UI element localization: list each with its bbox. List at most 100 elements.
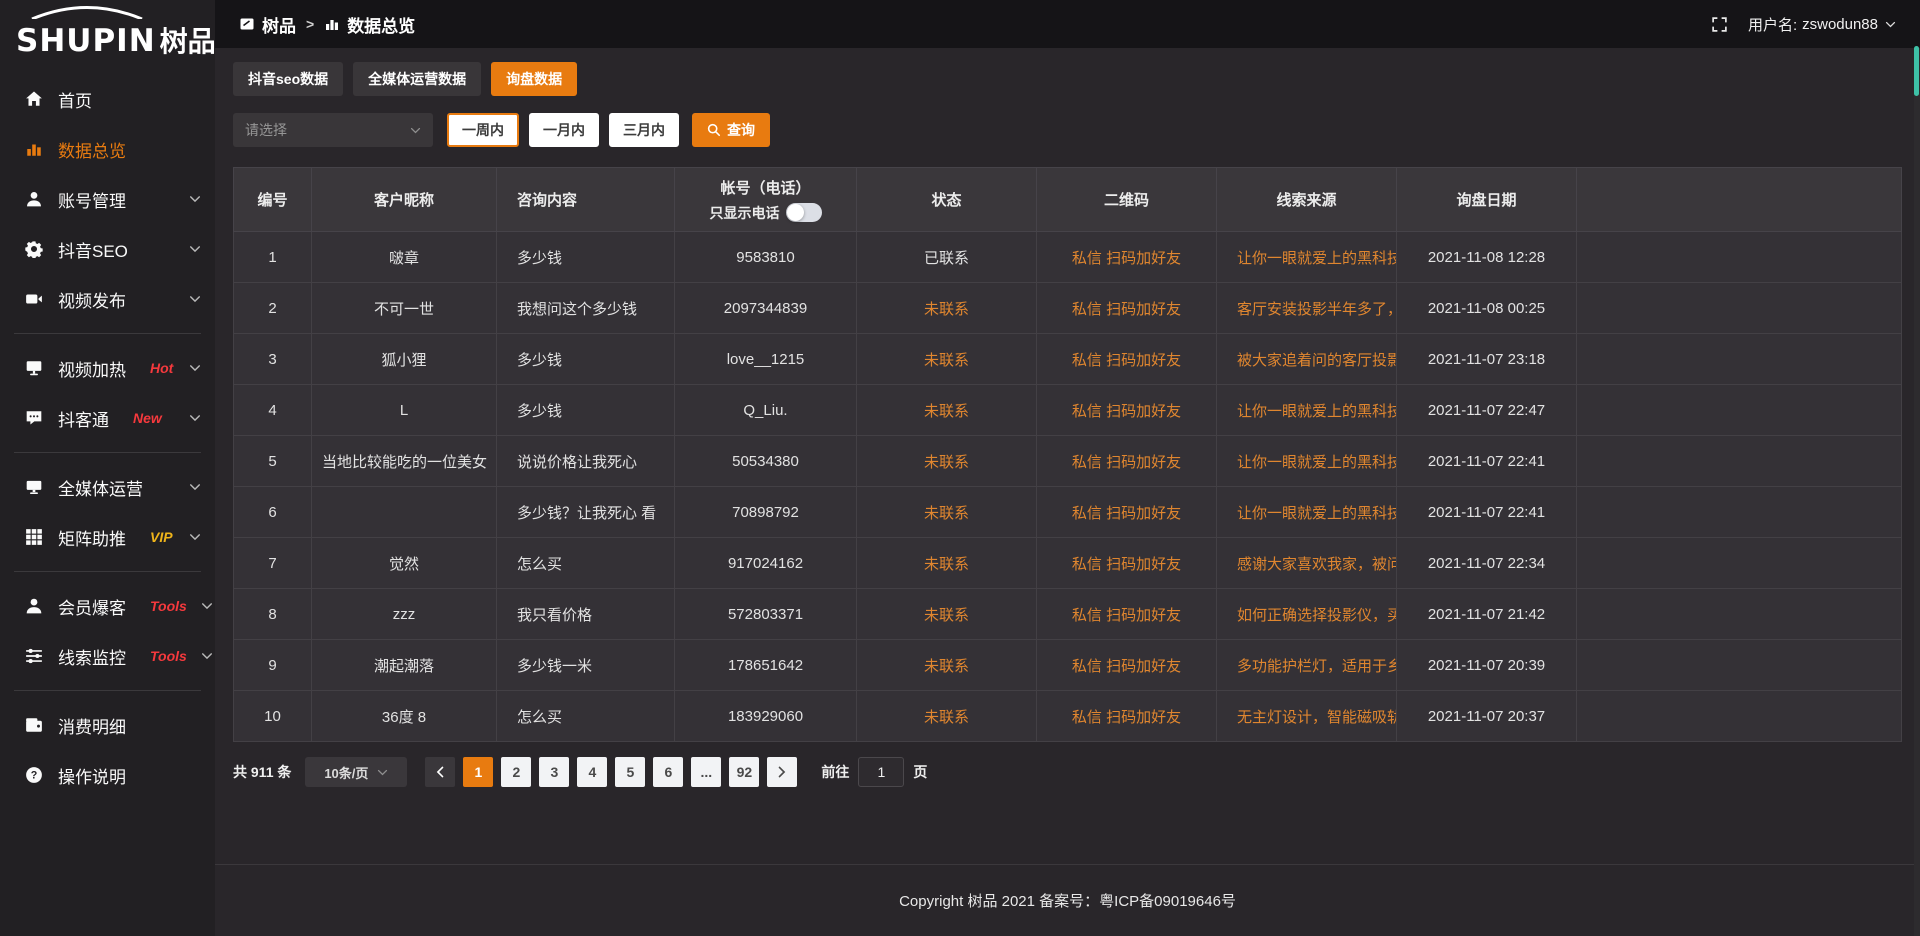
period-button-three-months[interactable]: 三月内 — [609, 113, 679, 147]
cell-filler — [1577, 334, 1902, 385]
page-ellipsis[interactable]: ... — [691, 757, 721, 787]
svg-text:?: ? — [31, 770, 38, 782]
cell-source-link[interactable]: 无主灯设计，智能磁吸轨道灯... — [1217, 691, 1397, 742]
sidebar-item-clue-monitor[interactable]: 线索监控Tools — [0, 631, 215, 681]
fullscreen-icon[interactable] — [1711, 16, 1728, 33]
sliders-icon — [24, 646, 44, 666]
sidebar-divider — [14, 690, 201, 691]
cell-inquiry: 怎么买 — [497, 691, 675, 742]
period-button-one-month[interactable]: 一月内 — [529, 113, 599, 147]
sidebar-item-label: 账号管理 — [58, 187, 126, 212]
column-header-filler — [1577, 168, 1902, 232]
user-icon — [24, 189, 44, 209]
table-row: 5当地比较能吃的一位美女说说价格让我死心50534380未联系私信 扫码加好友让… — [234, 436, 1902, 487]
sidebar-item-consume-detail[interactable]: 消费明细 — [0, 700, 215, 750]
cell-qr-link[interactable]: 私信 扫码加好友 — [1037, 487, 1217, 538]
cell-status: 未联系 — [857, 538, 1037, 589]
search-button[interactable]: 查询 — [692, 113, 770, 147]
page-button-2[interactable]: 2 — [501, 757, 531, 787]
sidebar-item-label: 操作说明 — [58, 763, 126, 788]
page-button-5[interactable]: 5 — [615, 757, 645, 787]
chart-icon — [24, 139, 44, 159]
page-button-6[interactable]: 6 — [653, 757, 683, 787]
sidebar-item-media-operation[interactable]: 全媒体运营 — [0, 462, 215, 512]
video-icon — [24, 289, 44, 309]
main-content: 抖音seo数据全媒体运营数据询盘数据 请选择 一周内一月内三月内 查询 编号 客… — [215, 48, 1920, 936]
goto-page-input[interactable] — [858, 757, 904, 787]
cell-qr-link[interactable]: 私信 扫码加好友 — [1037, 283, 1217, 334]
page-button-3[interactable]: 3 — [539, 757, 569, 787]
member-icon — [24, 596, 44, 616]
page-size-select[interactable]: 10条/页 — [305, 757, 407, 787]
phone-only-toggle[interactable] — [786, 203, 822, 222]
cell-qr-link[interactable]: 私信 扫码加好友 — [1037, 640, 1217, 691]
cell-filler — [1577, 232, 1902, 283]
page-button-92[interactable]: 92 — [729, 757, 759, 787]
cell-source-link[interactable]: 客厅安装投影半年多了，真实... — [1217, 283, 1397, 334]
cell-source-link[interactable]: 让你一眼就爱上的黑科技，能... — [1217, 385, 1397, 436]
home-icon — [24, 89, 44, 109]
chevron-down-icon — [189, 293, 201, 305]
topbar: 树品 > 数据总览 用户名: zswodun88 — [215, 0, 1920, 48]
pagination: 共 911 条 10条/页 123456...92 前往 页 — [233, 757, 1902, 787]
cell-qr-link[interactable]: 私信 扫码加好友 — [1037, 436, 1217, 487]
tab-media-operation-data[interactable]: 全媒体运营数据 — [353, 62, 481, 96]
cell-date: 2021-11-07 20:37 — [1397, 691, 1577, 742]
cell-qr-link[interactable]: 私信 扫码加好友 — [1037, 232, 1217, 283]
gear-icon — [24, 239, 44, 259]
cell-source-link[interactable]: 感谢大家喜欢我家，被问了好... — [1217, 538, 1397, 589]
tab-douyin-seo-data[interactable]: 抖音seo数据 — [233, 62, 343, 96]
cell-status: 未联系 — [857, 589, 1037, 640]
page-button-1[interactable]: 1 — [463, 757, 493, 787]
column-header-inquiry: 咨询内容 — [497, 168, 675, 232]
table-row: 4L多少钱Q_Liu.未联系私信 扫码加好友让你一眼就爱上的黑科技，能...20… — [234, 385, 1902, 436]
goto-suffix: 页 — [913, 762, 927, 782]
chevron-right-icon — [777, 766, 787, 778]
sidebar-divider — [14, 333, 201, 334]
filter-select[interactable]: 请选择 — [233, 113, 433, 147]
cell-inquiry: 多少钱一米 — [497, 640, 675, 691]
cell-source-link[interactable]: 被大家追着问的客厅投影分享... — [1217, 334, 1397, 385]
prev-page-button[interactable] — [425, 757, 455, 787]
sidebar-item-matrix-boost[interactable]: 矩阵助推VIP — [0, 512, 215, 562]
sidebar-item-douyin-seo[interactable]: 抖音SEO — [0, 224, 215, 274]
sidebar-item-home[interactable]: 首页 — [0, 74, 215, 124]
breadcrumb-separator: > — [306, 16, 314, 32]
scrollbar-track[interactable] — [1914, 48, 1920, 936]
cell-qr-link[interactable]: 私信 扫码加好友 — [1037, 538, 1217, 589]
next-page-button[interactable] — [767, 757, 797, 787]
cell-source-link[interactable]: 如何正确选择投影仪，买投影... — [1217, 589, 1397, 640]
sidebar-item-account-management[interactable]: 账号管理 — [0, 174, 215, 224]
sidebar-item-label: 抖客通 — [58, 406, 109, 431]
cell-source-link[interactable]: 让你一眼就爱上的黑科技，能... — [1217, 436, 1397, 487]
period-button-one-week[interactable]: 一周内 — [447, 113, 519, 147]
sidebar-item-video-heat[interactable]: 视频加热Hot — [0, 343, 215, 393]
tab-inquiry-data[interactable]: 询盘数据 — [491, 62, 577, 96]
scrollbar-thumb[interactable] — [1914, 46, 1919, 96]
cell-qr-link[interactable]: 私信 扫码加好友 — [1037, 334, 1217, 385]
pager-pages: 123456... 92 — [463, 757, 759, 787]
sidebar-item-video-publish[interactable]: 视频发布 — [0, 274, 215, 324]
cell-date: 2021-11-07 21:42 — [1397, 589, 1577, 640]
page-button-4[interactable]: 4 — [577, 757, 607, 787]
cell-account: 572803371 — [675, 589, 857, 640]
sidebar-item-douketong[interactable]: 抖客通New — [0, 393, 215, 443]
period-group: 一周内一月内三月内 — [447, 113, 679, 147]
column-header-nickname: 客户昵称 — [312, 168, 497, 232]
sidebar-item-member-baoke[interactable]: 会员爆客Tools — [0, 581, 215, 631]
cell-no: 2 — [234, 283, 312, 334]
cell-qr-link[interactable]: 私信 扫码加好友 — [1037, 385, 1217, 436]
cell-source-link[interactable]: 多功能护栏灯，适用于乡村文... — [1217, 640, 1397, 691]
cell-qr-link[interactable]: 私信 扫码加好友 — [1037, 589, 1217, 640]
cell-source-link[interactable]: 让你一眼就爱上的黑科技，能... — [1217, 487, 1397, 538]
cell-qr-link[interactable]: 私信 扫码加好友 — [1037, 691, 1217, 742]
table-row: 7觉然怎么买917024162未联系私信 扫码加好友感谢大家喜欢我家，被问了好.… — [234, 538, 1902, 589]
cell-source-link[interactable]: 让你一眼就爱上的黑科技，能... — [1217, 232, 1397, 283]
cell-inquiry: 我想问这个多少钱 — [497, 283, 675, 334]
sidebar-item-operation-guide[interactable]: ? 操作说明 — [0, 750, 215, 800]
user-menu[interactable]: 用户名: zswodun88 — [1748, 14, 1896, 35]
breadcrumb-item-home[interactable]: 树品 — [262, 12, 296, 37]
cell-inquiry: 怎么买 — [497, 538, 675, 589]
sidebar-item-data-overview[interactable]: 数据总览 — [0, 124, 215, 174]
cell-account: Q_Liu. — [675, 385, 857, 436]
